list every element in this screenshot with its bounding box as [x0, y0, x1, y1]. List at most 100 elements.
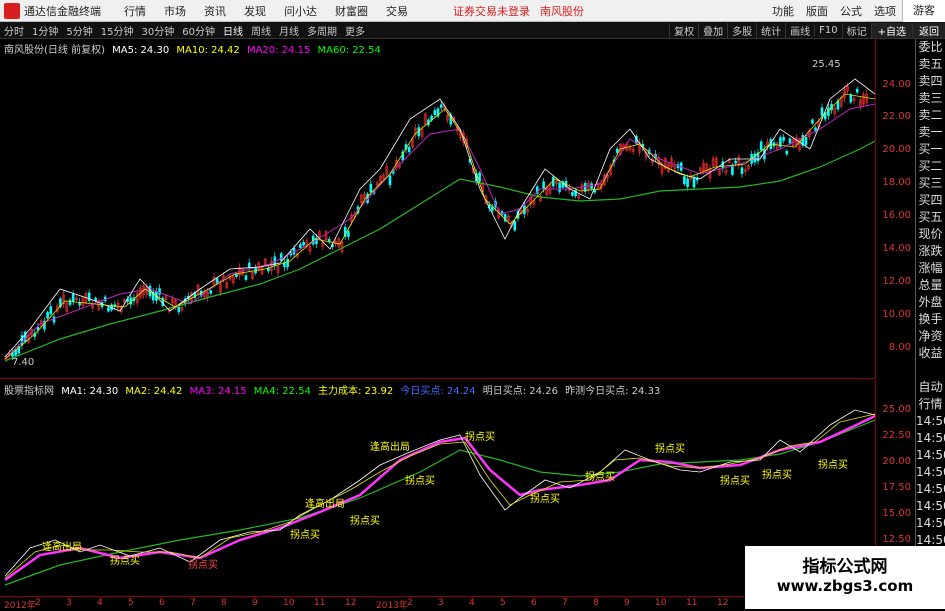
candle-body — [683, 176, 686, 185]
side-panel-item[interactable]: 行情 — [916, 396, 945, 413]
date-tick: 3 — [438, 598, 444, 608]
tab-monthly[interactable]: 月线 — [275, 23, 303, 38]
side-panel-item[interactable]: 买四 — [916, 192, 945, 209]
tab-15min[interactable]: 15分钟 — [97, 23, 138, 38]
ma60-line — [4, 140, 875, 362]
side-panel-item[interactable]: 收益 — [916, 345, 945, 362]
menu-shichang[interactable]: 市场 — [155, 3, 195, 19]
side-panel-item[interactable]: 外盘 — [916, 294, 945, 311]
f10-button[interactable]: F10 — [814, 25, 841, 36]
candle-body — [513, 221, 517, 231]
candle-body — [785, 150, 789, 155]
stats-button[interactable]: 统计 — [756, 23, 785, 38]
date-tick: 2 — [35, 598, 41, 608]
menu-banmian[interactable]: 版面 — [800, 3, 834, 19]
menu-zixun[interactable]: 资讯 — [195, 3, 235, 19]
side-panel-item[interactable]: 14:50 — [916, 515, 945, 532]
side-panel-item[interactable]: 买五 — [916, 209, 945, 226]
date-tick: 2 — [407, 598, 413, 608]
add-watchlist-button[interactable]: +自选 — [870, 23, 912, 38]
side-panel-item[interactable]: 14:50 — [916, 481, 945, 498]
candle-body — [369, 183, 373, 193]
chart-tools: 复权 叠加 多股 统计 画线 F10 标记 +自选 返回 — [669, 22, 945, 39]
tab-weekly[interactable]: 周线 — [247, 23, 275, 38]
side-panel-item[interactable]: 换手 — [916, 311, 945, 328]
side-panel-item[interactable]: 买三 — [916, 175, 945, 192]
candle-body — [804, 136, 808, 146]
indicator-chart[interactable]: 股票指标网 MA1: 24.30 MA2: 24.42 MA3: 24.15 M… — [0, 380, 875, 596]
menu-xuanxiang[interactable]: 选项 — [868, 3, 902, 19]
candle-body — [721, 161, 725, 169]
ma20-line — [4, 103, 875, 360]
tab-multi-period[interactable]: 多周期 — [303, 23, 341, 38]
indicator-tick: 12.50 — [882, 534, 911, 545]
overlay-button[interactable]: 叠加 — [698, 23, 727, 38]
tab-more[interactable]: 更多 — [341, 23, 369, 38]
side-panel-item[interactable]: 自动 — [916, 379, 945, 396]
app-logo-icon — [4, 2, 20, 19]
candle-body — [571, 192, 574, 196]
candle-body — [542, 181, 545, 190]
draw-button[interactable]: 画线 — [785, 23, 814, 38]
tab-5min[interactable]: 5分钟 — [62, 23, 96, 38]
side-panel-item[interactable]: 现价 — [916, 226, 945, 243]
candle-body — [46, 311, 49, 319]
fuquan-button[interactable]: 复权 — [669, 23, 698, 38]
side-panel-item[interactable]: 净资 — [916, 328, 945, 345]
current-stock[interactable]: 南风股份 — [540, 3, 584, 19]
side-panel-item[interactable]: 14:50 — [916, 430, 945, 447]
candle-body — [574, 189, 577, 197]
tab-30min[interactable]: 30分钟 — [137, 23, 178, 38]
side-panel-item[interactable]: 14:50 — [916, 447, 945, 464]
main-kline-chart[interactable]: 南风股份(日线 前复权) MA5: 24.30 MA10: 24.42 MA20… — [0, 39, 875, 379]
buy-signal: 拐点买 — [405, 476, 435, 487]
side-panel-item[interactable]: 卖二 — [916, 107, 945, 124]
side-panel-item[interactable]: 卖三 — [916, 90, 945, 107]
mark-button[interactable]: 标记 — [841, 23, 871, 38]
buy-signal: 拐点买 — [290, 530, 320, 541]
sell-signal: 逢高出局 — [370, 442, 410, 453]
buy-signal: 拐点买 — [818, 460, 848, 471]
price-tick: 20.00 — [882, 144, 911, 155]
menu-gongneng[interactable]: 功能 — [766, 3, 800, 19]
tab-fenshi[interactable]: 分时 — [0, 23, 28, 38]
side-panel-item[interactable]: 买二 — [916, 158, 945, 175]
side-panel-item[interactable]: 14:50 — [916, 464, 945, 481]
side-panel-item[interactable]: 14:50 — [916, 413, 945, 430]
menu-hangqing[interactable]: 行情 — [115, 3, 155, 19]
watermark-url: www.zbgs3.com — [776, 577, 914, 595]
guest-button[interactable]: 游客 — [902, 0, 945, 22]
date-tick: 2012年 — [4, 601, 36, 611]
price-tick: 8.00 — [888, 342, 911, 353]
back-button[interactable]: 返回 — [912, 23, 945, 38]
side-panel-item[interactable]: 涨幅 — [916, 260, 945, 277]
candle-body — [209, 290, 213, 294]
side-panel-item[interactable]: 涨跌 — [916, 243, 945, 260]
candle-body — [820, 107, 824, 117]
side-panel-item[interactable]: 卖四 — [916, 73, 945, 90]
side-panel-item[interactable]: 14:50 — [916, 498, 945, 515]
tab-60min[interactable]: 60分钟 — [178, 23, 219, 38]
tab-daily[interactable]: 日线 — [219, 23, 247, 38]
menu-caifuquan[interactable]: 财富圈 — [326, 3, 377, 19]
multi-stock-button[interactable]: 多股 — [727, 23, 756, 38]
side-panel-item[interactable]: 卖一 — [916, 124, 945, 141]
side-panel-item[interactable]: 委比 — [916, 39, 945, 56]
main-chart-svg: 25.45 7.40 — [4, 59, 875, 368]
candle-body — [327, 239, 331, 242]
menu-jiaoyi[interactable]: 交易 — [377, 3, 417, 19]
side-panel-item[interactable]: 卖五 — [916, 56, 945, 73]
login-status[interactable]: 证券交易未登录 — [453, 3, 530, 19]
price-tick: 22.00 — [882, 111, 911, 122]
side-panel-item[interactable]: 总量 — [916, 277, 945, 294]
candle-body — [68, 299, 72, 305]
candle-body — [286, 259, 289, 268]
menu-faxian[interactable]: 发现 — [235, 3, 275, 19]
side-panel-item[interactable]: 买一 — [916, 141, 945, 158]
date-tick: 3 — [66, 598, 72, 608]
side-panel-item[interactable] — [916, 362, 945, 379]
menu-gongshi[interactable]: 公式 — [834, 3, 868, 19]
menu-wenxiaoda[interactable]: 问小达 — [275, 3, 326, 19]
tab-1min[interactable]: 1分钟 — [28, 23, 62, 38]
candle-body — [849, 94, 853, 103]
